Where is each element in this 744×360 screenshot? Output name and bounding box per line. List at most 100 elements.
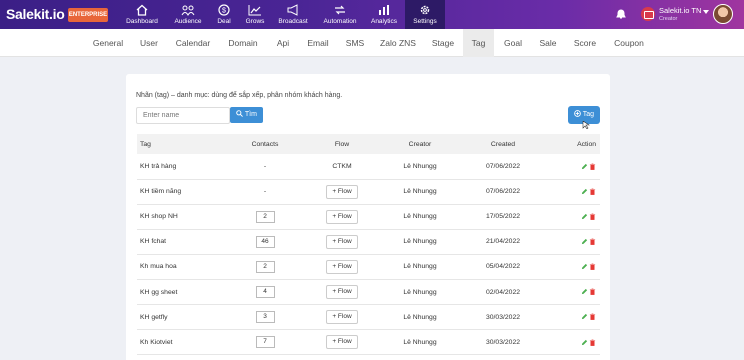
tab-sms[interactable]: SMS xyxy=(340,29,370,57)
add-flow-button[interactable]: + Flow xyxy=(326,234,358,249)
pointer-cursor-icon xyxy=(582,121,590,129)
contacts-count[interactable]: 7 xyxy=(255,336,275,349)
flow-name[interactable]: CTKM xyxy=(313,154,371,180)
contacts-count[interactable]: 2 xyxy=(255,210,275,223)
tab-goal[interactable]: Goal xyxy=(498,29,528,57)
top-navigation: Salekit.io ENTERPRISE Dashboard Audience… xyxy=(0,0,744,29)
tab-user[interactable]: User xyxy=(134,29,164,57)
table-header-row: Tag Contacts Flow Creator Created Action xyxy=(137,134,600,154)
contacts-count[interactable]: 46 xyxy=(255,235,275,248)
tab-calendar[interactable]: Calendar xyxy=(170,29,216,57)
pencil-icon[interactable] xyxy=(581,263,588,270)
tab-zalo-zns[interactable]: Zalo ZNS xyxy=(376,29,420,57)
tag-name[interactable]: KH shop NH xyxy=(137,204,217,230)
add-flow-button[interactable]: + Flow xyxy=(326,259,358,274)
tab-api[interactable]: Api xyxy=(270,29,296,57)
nav-settings[interactable]: Settings xyxy=(405,0,445,29)
grows-icon xyxy=(248,5,261,16)
nav-label: Grows xyxy=(245,18,265,25)
pencil-icon[interactable] xyxy=(581,163,588,170)
tag-name[interactable]: KH gg sheet xyxy=(137,279,217,306)
user-mail-icon[interactable] xyxy=(641,7,655,21)
user-name[interactable]: Salekit.io TN xyxy=(659,6,701,15)
header-contacts: Contacts xyxy=(251,140,279,148)
nav-audience[interactable]: Audience xyxy=(168,0,208,29)
created-date: 30/03/2022 xyxy=(469,329,537,356)
tab-domain[interactable]: Domain xyxy=(222,29,264,57)
nav-label: Broadcast xyxy=(278,18,308,25)
tab-general[interactable]: General xyxy=(86,29,130,57)
add-flow-button[interactable]: + Flow xyxy=(326,209,358,224)
table-row: KH shop NH 2 + Flow Lê Nhungg 17/05/2022 xyxy=(137,204,600,230)
trash-icon[interactable] xyxy=(589,188,596,195)
contacts-count: - xyxy=(217,179,313,205)
creator: Lê Nhungg xyxy=(371,154,469,180)
tag-name[interactable]: Kh Kiotviet xyxy=(137,329,217,356)
pencil-icon[interactable] xyxy=(581,238,588,245)
nav-automation[interactable]: Automation xyxy=(320,0,360,29)
nav-label: Audience xyxy=(174,18,202,25)
nav-grows[interactable]: Grows xyxy=(235,0,275,29)
search-input[interactable] xyxy=(136,107,230,124)
add-flow-button[interactable]: + Flow xyxy=(326,184,358,199)
add-flow-button[interactable]: + Flow xyxy=(326,335,358,350)
nav-broadcast[interactable]: Broadcast xyxy=(273,0,313,29)
tag-name[interactable]: KH tiềm năng xyxy=(137,179,217,205)
created-date: 07/06/2022 xyxy=(469,179,537,205)
megaphone-icon xyxy=(287,4,298,16)
header-creator: Creator xyxy=(408,140,432,148)
avatar[interactable] xyxy=(713,4,733,24)
trash-icon[interactable] xyxy=(589,288,596,296)
nav-label: Settings xyxy=(413,18,437,25)
settings-tabs: General User Calendar Domain Api Email S… xyxy=(0,29,744,57)
tab-stage[interactable]: Stage xyxy=(426,29,460,57)
row-actions xyxy=(537,254,600,280)
tab-tag[interactable]: Tag xyxy=(463,29,494,57)
created-date: 30/03/2022 xyxy=(469,304,537,331)
pencil-icon[interactable] xyxy=(581,188,588,195)
deal-icon: $ xyxy=(218,4,230,16)
search-button[interactable]: Tìm xyxy=(230,107,263,123)
tag-name[interactable]: KH fchat xyxy=(137,229,217,255)
trash-icon[interactable] xyxy=(589,213,596,220)
tab-email[interactable]: Email xyxy=(302,29,334,57)
creator: Lê Nhungg xyxy=(371,179,469,205)
trash-icon[interactable] xyxy=(589,313,596,321)
tag-name[interactable]: Kh mua hoa xyxy=(137,254,217,280)
row-actions xyxy=(537,229,600,255)
pencil-icon[interactable] xyxy=(581,213,588,220)
tab-coupon[interactable]: Coupon xyxy=(610,29,648,57)
pencil-icon[interactable] xyxy=(581,339,588,346)
nav-label: Dashboard xyxy=(126,18,158,25)
trash-icon[interactable] xyxy=(589,238,596,245)
trash-icon[interactable] xyxy=(589,263,596,271)
header-flow: Flow xyxy=(334,140,350,148)
tag-name[interactable]: KH getfly xyxy=(137,304,217,331)
trash-icon[interactable] xyxy=(589,163,596,170)
logo[interactable]: Salekit.io xyxy=(6,6,65,22)
bell-icon[interactable] xyxy=(615,8,627,20)
plus-circle-icon xyxy=(574,110,581,117)
creator: Lê Nhungg xyxy=(371,279,469,306)
tab-score[interactable]: Score xyxy=(568,29,602,57)
created-date: 05/04/2022 xyxy=(469,254,537,280)
tag-name[interactable]: KH trả hàng xyxy=(137,154,217,180)
pencil-icon[interactable] xyxy=(581,313,588,320)
contacts-count[interactable]: 2 xyxy=(255,260,275,273)
tab-sale[interactable]: Sale xyxy=(534,29,562,57)
contacts-count[interactable]: 4 xyxy=(255,286,275,299)
table-row: KH gg sheet 4 + Flow Lê Nhungg 02/04/202… xyxy=(137,279,600,306)
contacts-count[interactable]: 3 xyxy=(255,311,275,324)
add-flow-button[interactable]: + Flow xyxy=(326,310,358,325)
trash-icon[interactable] xyxy=(589,339,596,346)
add-flow-button[interactable]: + Flow xyxy=(326,285,358,300)
pencil-icon[interactable] xyxy=(581,288,588,295)
header-created: Created xyxy=(490,140,516,148)
gear-icon xyxy=(420,5,430,15)
nav-analytics[interactable]: Analytics xyxy=(364,0,404,29)
row-actions xyxy=(537,329,600,356)
table-row: Kh mua hoa 2 + Flow Lê Nhungg 05/04/2022 xyxy=(137,254,600,280)
chevron-down-icon[interactable] xyxy=(703,10,709,14)
audience-icon xyxy=(181,5,195,16)
nav-dashboard[interactable]: Dashboard xyxy=(122,0,162,29)
